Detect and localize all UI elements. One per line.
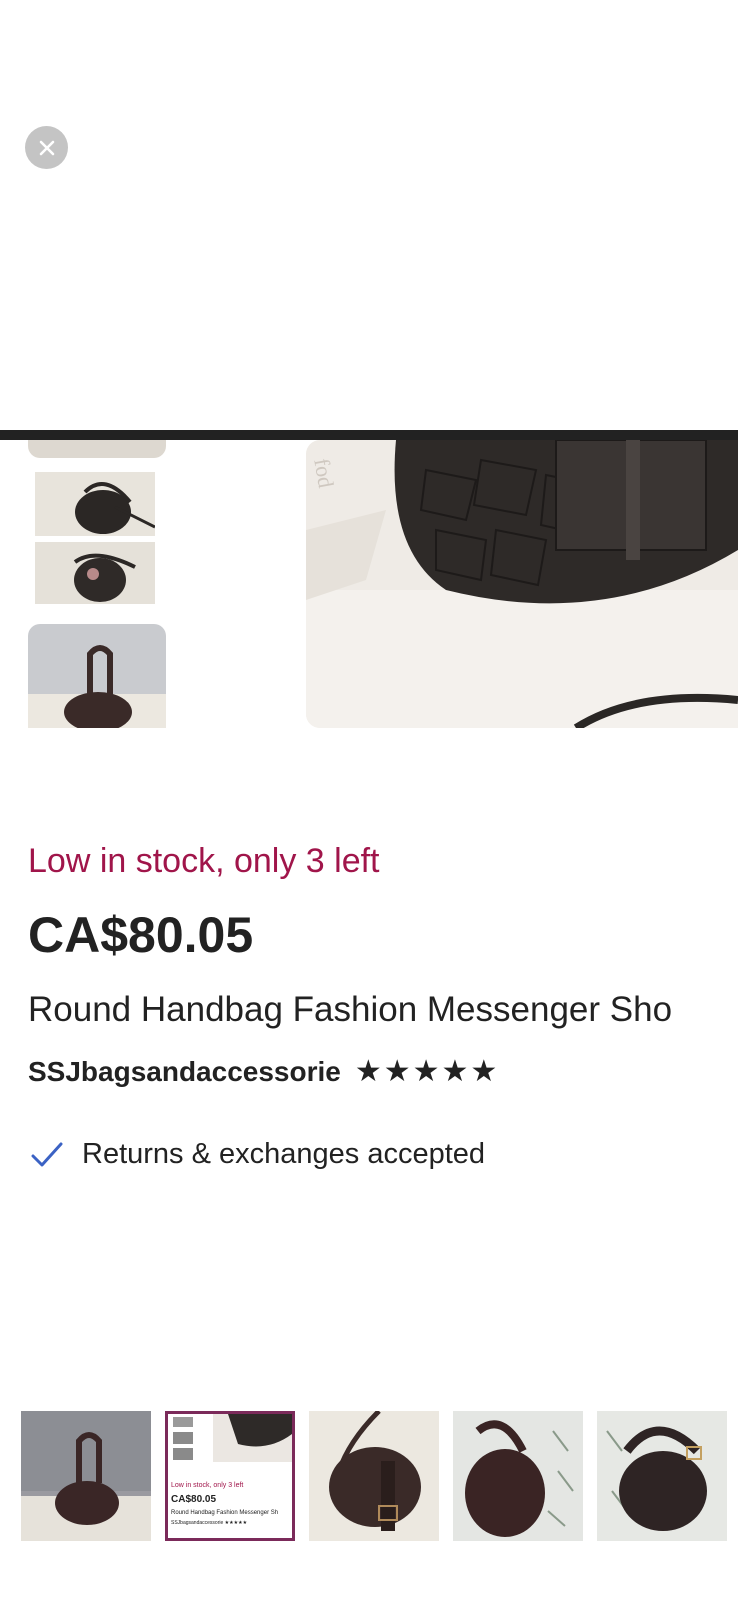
- mini-title: Round Handbag Fashion Messenger Sh: [171, 1510, 279, 1516]
- bag-image: [329, 1411, 421, 1531]
- stock-notice: Low in stock, only 3 left: [28, 842, 380, 880]
- gallery-thumbnail[interactable]: [597, 1411, 727, 1541]
- returns-policy: Returns & exchanges accepted: [30, 1138, 485, 1171]
- bag-image: [21, 1411, 151, 1541]
- gallery-thumbnail[interactable]: [21, 1411, 151, 1541]
- listing-preview-image: [173, 1414, 292, 1462]
- svg-text:fod: fod: [309, 456, 339, 489]
- close-icon: [39, 140, 54, 155]
- product-title[interactable]: Round Handbag Fashion Messenger Sho: [28, 990, 738, 1030]
- product-image-viewer[interactable]: fod: [0, 430, 738, 728]
- bag-image: [73, 553, 136, 602]
- returns-text: Returns & exchanges accepted: [82, 1138, 486, 1170]
- product-price: CA$80.05: [28, 907, 254, 963]
- viewer-top-bar: [0, 430, 738, 440]
- viewer-thumbnail[interactable]: [28, 624, 166, 728]
- bag-image: [28, 645, 166, 728]
- bag-image: [606, 1426, 707, 1531]
- viewer-main-image[interactable]: fod: [306, 440, 738, 728]
- star-rating: ★★★★★: [354, 1055, 500, 1088]
- shop-row[interactable]: SSJbagsandaccessorie ★★★★★: [28, 1054, 499, 1089]
- mini-price: CA$80.05: [171, 1494, 217, 1505]
- shop-name[interactable]: SSJbagsandaccessorie: [28, 1056, 341, 1088]
- bag-closeup-image: fod: [306, 440, 738, 728]
- gallery-thumbnail-selected[interactable]: Low in stock, only 3 left CA$80.05 Round…: [165, 1411, 295, 1541]
- mini-shop: SSJbagsandaccessorie ★★★★★: [171, 1520, 248, 1526]
- viewer-thumbnail[interactable]: [35, 542, 155, 604]
- mini-stock-notice: Low in stock, only 3 left: [171, 1482, 244, 1489]
- close-button[interactable]: [25, 126, 68, 169]
- bag-image: [465, 1420, 574, 1537]
- gallery-thumbnail[interactable]: [309, 1411, 439, 1541]
- bag-image: [75, 482, 155, 534]
- viewer-thumbnail[interactable]: [28, 440, 166, 458]
- gallery-thumbnail[interactable]: [453, 1411, 583, 1541]
- checkmark-icon: [31, 1142, 63, 1166]
- viewer-thumbnail[interactable]: [35, 472, 155, 536]
